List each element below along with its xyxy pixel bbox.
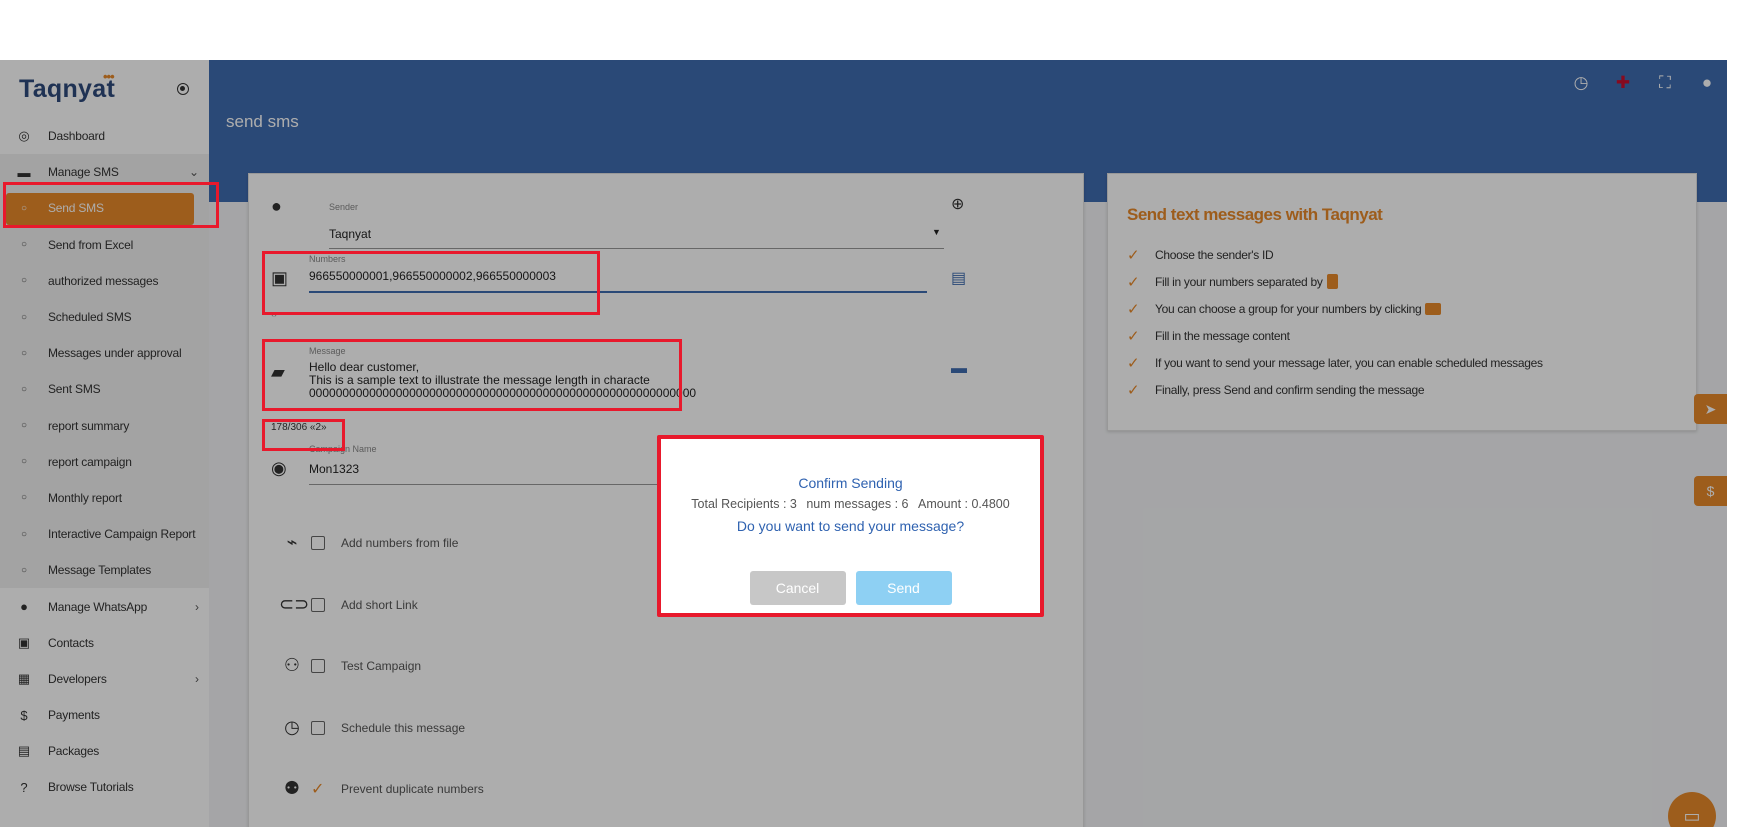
app-window: Taqnyat ••• ◎ Dashboard ▬ Manage SMS ⌄ ○ Sen… [0, 60, 1727, 827]
dialog-question: Do you want to send your message? [736, 518, 965, 534]
highlight-send-sms [3, 182, 219, 228]
confirm-dialog: Confirm Sending Total Recipients : 3 num… [657, 435, 1044, 617]
dialog-stats: Total Recipients : 3 num messages : 6 Am… [661, 497, 1040, 511]
num-messages: num messages : 6 [806, 497, 909, 511]
total-recipients: Total Recipients : 3 [691, 497, 797, 511]
dialog-title: Confirm Sending [798, 475, 903, 491]
dialog-buttons: Cancel Send [661, 571, 1040, 605]
highlight-numbers [262, 251, 600, 315]
amount: Amount : 0.4800 [917, 497, 1010, 511]
highlight-char-counter [262, 419, 345, 451]
highlight-message [262, 339, 682, 411]
cancel-button[interactable]: Cancel [749, 571, 846, 605]
send-button[interactable]: Send [855, 571, 952, 605]
